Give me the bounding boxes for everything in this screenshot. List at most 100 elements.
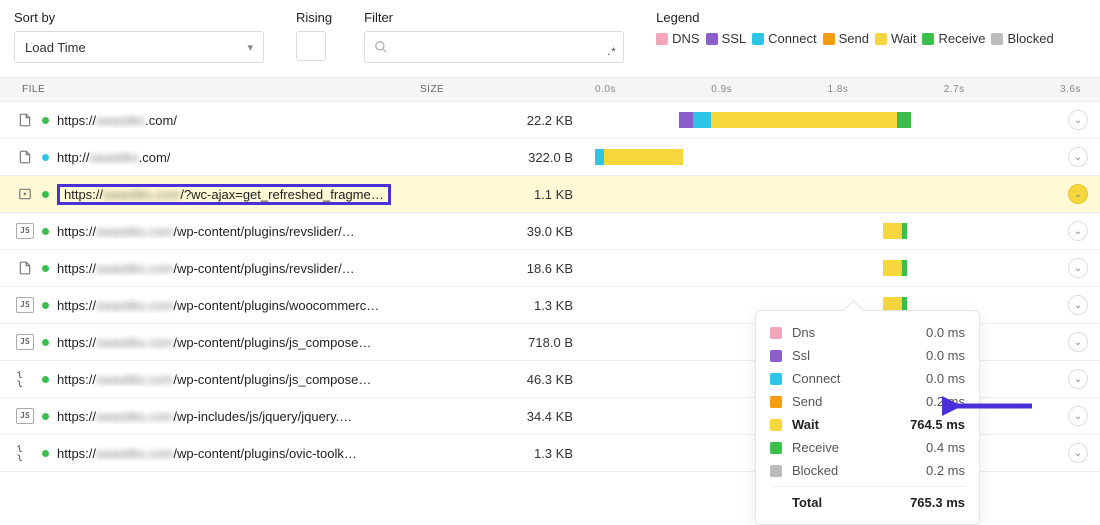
- sort-by-select[interactable]: Load Time ▾: [14, 31, 264, 63]
- col-header-size[interactable]: SIZE: [420, 84, 595, 95]
- popup-label: Send: [792, 394, 926, 409]
- legend-item-wait: Wait: [875, 31, 917, 46]
- status-dot: [42, 376, 49, 383]
- expand-button[interactable]: ⌄: [1068, 147, 1088, 167]
- size-cell: 1.3 KB: [420, 446, 595, 461]
- popup-value: 0.0 ms: [926, 348, 965, 363]
- filter-input-wrap[interactable]: .*: [364, 31, 624, 63]
- expand-button[interactable]: ⌄: [1068, 258, 1088, 278]
- popup-label: Wait: [792, 417, 910, 432]
- timing-segment: [693, 112, 712, 128]
- expand-button[interactable]: ⌄: [1068, 184, 1088, 204]
- legend-label: Legend: [656, 10, 1054, 25]
- request-url[interactable]: https://swastiks.com/wp-content/plugins/…: [57, 261, 355, 276]
- chevron-down-icon: ⌄: [1074, 337, 1082, 348]
- legend-swatch: [823, 33, 835, 45]
- timing-segment: [883, 260, 902, 276]
- chevron-down-icon: ⌄: [1074, 115, 1082, 126]
- popup-swatch: [770, 350, 782, 362]
- file-cell: https://swastiks.com/?wc-ajax=get_refres…: [0, 184, 420, 205]
- popup-row: Wait764.5 ms: [770, 413, 965, 436]
- filter-input[interactable]: [395, 40, 615, 55]
- col-header-file[interactable]: FILE: [0, 84, 420, 95]
- file-cell: JShttps://swastiks.com/wp-content/plugin…: [0, 334, 420, 350]
- request-url[interactable]: https://swastiks.com/wp-content/plugins/…: [57, 446, 357, 461]
- css-file-icon: { }: [16, 445, 34, 461]
- size-cell: 1.3 KB: [420, 298, 595, 313]
- request-url[interactable]: https://swastiks.com/wp-includes/js/jque…: [57, 409, 352, 424]
- chevron-down-icon: ⌄: [1074, 300, 1082, 311]
- popup-total-label: Total: [792, 495, 910, 510]
- table-row[interactable]: https://swastiks.com/?wc-ajax=get_refres…: [0, 176, 1100, 213]
- chevron-down-icon: ⌄: [1074, 374, 1082, 385]
- expand-button[interactable]: ⌄: [1068, 295, 1088, 315]
- size-cell: 39.0 KB: [420, 224, 595, 239]
- legend-swatch: [991, 33, 1003, 45]
- status-dot: [42, 154, 49, 161]
- chevron-down-icon: ▾: [247, 41, 253, 54]
- chevron-down-icon: ⌄: [1074, 448, 1082, 459]
- popup-row: Connect0.0 ms: [770, 367, 965, 390]
- table-row[interactable]: JShttps://swastiks.com/wp-content/plugin…: [0, 213, 1100, 250]
- popup-value: 0.0 ms: [926, 325, 965, 340]
- legend-swatch: [922, 33, 934, 45]
- request-url[interactable]: https://swastiks.com/wp-content/plugins/…: [57, 335, 371, 350]
- expand-button[interactable]: ⌄: [1068, 332, 1088, 352]
- popup-swatch: [770, 327, 782, 339]
- status-dot: [42, 191, 49, 198]
- expand-button[interactable]: ⌄: [1068, 443, 1088, 463]
- popup-label: Dns: [792, 325, 926, 340]
- popup-label: Connect: [792, 371, 926, 386]
- expand-button[interactable]: ⌄: [1068, 406, 1088, 426]
- popup-value: 0.4 ms: [926, 440, 965, 455]
- timeline-cell: ⌄: [595, 250, 1100, 286]
- popup-label: Receive: [792, 440, 926, 455]
- legend-swatch: [752, 33, 764, 45]
- chevron-down-icon: ⌄: [1074, 411, 1082, 422]
- table-row[interactable]: https://swastiks.com/22.2 KB⌄: [0, 102, 1100, 139]
- timeline-cell: ⌄: [595, 139, 1100, 175]
- request-url[interactable]: https://swastiks.com/wp-content/plugins/…: [57, 372, 371, 387]
- legend-text: Receive: [938, 31, 985, 46]
- timeline-cell: ⌄: [595, 176, 1100, 212]
- chevron-down-icon: ⌄: [1074, 189, 1082, 200]
- request-url[interactable]: https://swastiks.com/wp-content/plugins/…: [57, 298, 379, 313]
- rising-checkbox[interactable]: [296, 31, 326, 61]
- request-url[interactable]: https://swastiks.com/: [57, 113, 177, 128]
- request-url[interactable]: https://swastiks.com/wp-content/plugins/…: [57, 224, 355, 239]
- legend-items: DNSSSLConnectSendWaitReceiveBlocked: [656, 31, 1054, 46]
- file-cell: JS https://swastiks.com/wp-content/plugin…: [0, 297, 420, 313]
- legend-text: Wait: [891, 31, 917, 46]
- legend-swatch: [656, 33, 668, 45]
- request-url[interactable]: http://swastiks.com/: [57, 150, 170, 165]
- status-dot: [42, 450, 49, 457]
- js-file-icon: JS: [16, 297, 34, 313]
- expand-button[interactable]: ⌄: [1068, 221, 1088, 241]
- filter-group: Filter .*: [364, 10, 624, 63]
- expand-button[interactable]: ⌄: [1068, 110, 1088, 130]
- popup-row: Receive0.4 ms: [770, 436, 965, 459]
- timing-segment: [902, 223, 907, 239]
- size-cell: 718.0 B: [420, 335, 595, 350]
- table-header: FILE SIZE 0.0s0.9s1.8s2.7s3.6s: [0, 78, 1100, 102]
- timing-segment: [679, 112, 693, 128]
- timing-segment: [902, 260, 907, 276]
- request-url[interactable]: https://swastiks.com/?wc-ajax=get_refres…: [57, 184, 391, 205]
- timing-segment: [897, 112, 911, 128]
- timing-bar: [595, 223, 1060, 239]
- popup-row: Send0.2 ms: [770, 390, 965, 413]
- chevron-down-icon: ⌄: [1074, 152, 1082, 163]
- popup-row: Dns0.0 ms: [770, 321, 965, 344]
- table-row[interactable]: https://swastiks.com/wp-content/plugins/…: [0, 250, 1100, 287]
- legend-item-receive: Receive: [922, 31, 985, 46]
- timeline-ticks: 0.0s0.9s1.8s2.7s3.6s: [595, 84, 1060, 95]
- popup-value: 0.2 ms: [926, 394, 965, 409]
- size-cell: 1.1 KB: [420, 187, 595, 202]
- popup-swatch: [770, 442, 782, 454]
- legend-item-connect: Connect: [752, 31, 816, 46]
- expand-button[interactable]: ⌄: [1068, 369, 1088, 389]
- timeline-tick: 1.8s: [828, 84, 849, 95]
- table-row[interactable]: http://swastiks.com/322.0 B⌄: [0, 139, 1100, 176]
- popup-value: 0.2 ms: [926, 463, 965, 478]
- size-cell: 46.3 KB: [420, 372, 595, 387]
